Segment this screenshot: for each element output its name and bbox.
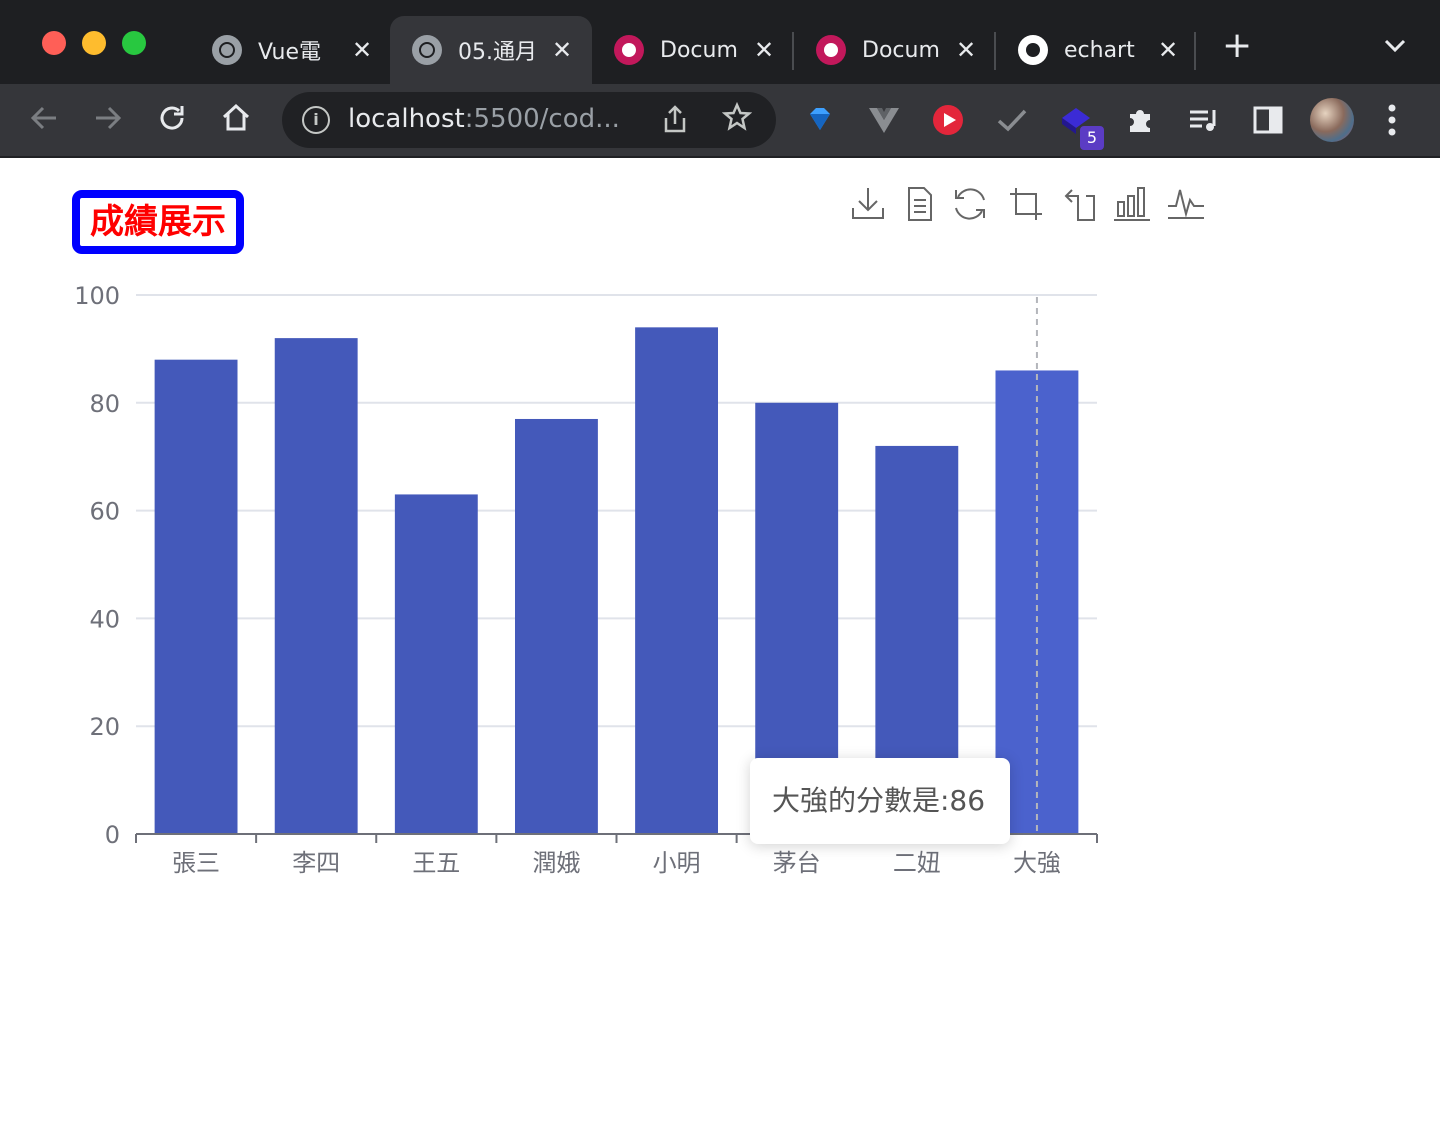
bar-chart: 0 20 40 60 80 100 張三 李四 王五 潤娥 小明 茅台 二妞 大強 xyxy=(74,282,1098,877)
restore-icon[interactable] xyxy=(950,184,990,224)
bar-switch-icon[interactable] xyxy=(1112,184,1152,224)
y-tick-label: 40 xyxy=(89,605,120,633)
chart-toolbox xyxy=(848,184,1208,228)
zoom-icon[interactable] xyxy=(1006,184,1046,224)
y-tick-label: 20 xyxy=(89,713,120,741)
bar xyxy=(635,327,719,834)
y-tick-label: 60 xyxy=(89,498,120,526)
chart-tooltip: 大強的分數是:86 xyxy=(750,758,1010,844)
x-tick-label: 小明 xyxy=(653,849,701,877)
bar xyxy=(274,338,358,834)
bar xyxy=(394,494,478,834)
y-tick-label: 100 xyxy=(74,282,120,310)
data-view-icon[interactable] xyxy=(900,184,940,224)
x-tick-label: 張三 xyxy=(172,849,220,877)
x-tick-label: 李四 xyxy=(292,849,340,877)
x-tick-label: 二妞 xyxy=(893,849,941,877)
x-tick-label: 王五 xyxy=(412,849,460,877)
y-tick-label: 80 xyxy=(89,390,120,418)
chart-title: 成績展示 xyxy=(72,190,244,254)
save-image-icon[interactable] xyxy=(848,184,888,224)
x-tick-label: 潤娥 xyxy=(532,849,580,877)
x-tick-label: 大強 xyxy=(1013,849,1061,877)
bar xyxy=(514,418,598,834)
line-switch-icon[interactable] xyxy=(1166,184,1206,224)
y-tick-label: 0 xyxy=(105,821,120,849)
bar xyxy=(154,359,238,834)
zoom-back-icon[interactable] xyxy=(1058,184,1098,224)
x-tick-label: 茅台 xyxy=(773,849,821,877)
